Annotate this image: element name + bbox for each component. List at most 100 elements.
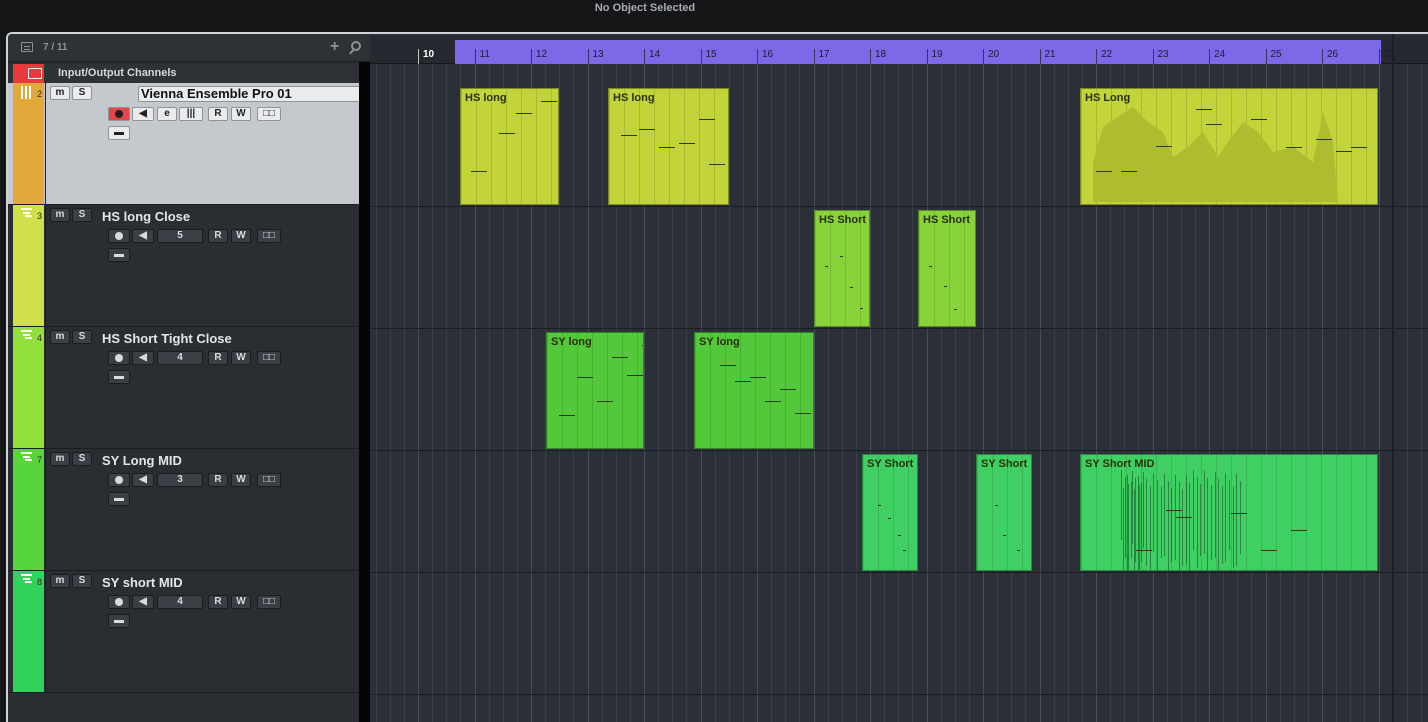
track-name[interactable]: SY short MID — [102, 575, 183, 590]
midi-part[interactable]: HS Long — [1080, 88, 1378, 205]
midi-part[interactable]: HS Short — [814, 210, 870, 327]
monitor-button[interactable]: ◀ — [132, 107, 154, 121]
track-name[interactable]: HS Short Tight Close — [102, 331, 232, 346]
monitor-button[interactable]: ◀ — [132, 473, 154, 487]
velocity-curve — [1093, 107, 1338, 202]
write-button[interactable]: W — [231, 229, 251, 243]
midi-part[interactable]: SY Short — [862, 454, 918, 571]
midi-channel-field[interactable]: 4 — [157, 351, 203, 365]
bar-number-label: 19 — [926, 49, 943, 64]
instrument-edit-icon[interactable]: ||| — [179, 107, 203, 121]
midi-channel-field[interactable]: 3 — [157, 473, 203, 487]
midi-part[interactable]: SY Short — [976, 454, 1032, 571]
inspector-icon[interactable]: ▬ — [108, 614, 130, 628]
read-button[interactable]: R — [208, 351, 228, 365]
read-button[interactable]: R — [208, 229, 228, 243]
midi-note — [1261, 550, 1277, 551]
beat-gridline — [841, 64, 843, 722]
part-name: HS long — [613, 92, 655, 104]
solo-button[interactable]: S — [72, 86, 92, 100]
midi-part[interactable]: SY long — [694, 332, 814, 449]
lane-icon[interactable]: □□ — [257, 595, 281, 609]
midi-part[interactable]: SY Short MID — [1080, 454, 1378, 571]
track-name[interactable]: SY Long MID — [102, 453, 182, 468]
write-button[interactable]: W — [231, 107, 251, 121]
part-name: SY Short — [867, 458, 914, 470]
mute-button[interactable]: m — [50, 86, 70, 100]
part-name: SY Short — [981, 458, 1028, 470]
record-enable-button[interactable] — [108, 595, 130, 609]
record-enable-button[interactable] — [108, 229, 130, 243]
write-button[interactable]: W — [231, 473, 251, 487]
solo-button[interactable]: S — [72, 330, 92, 344]
record-enable-button[interactable] — [108, 107, 130, 121]
note-on-mark — [1203, 471, 1205, 554]
event-display[interactable]: 10 11 12 13 14 15 16 17 18 19 20 21 22 23 24 25 26 27 HS … — [370, 34, 1428, 722]
io-channels-folder[interactable]: Input/Output Channels — [8, 64, 370, 83]
midi-note — [612, 357, 628, 358]
mute-button[interactable]: m — [50, 208, 70, 222]
track-list-divider[interactable] — [359, 62, 370, 722]
beat-gridline — [1053, 64, 1055, 722]
write-button[interactable]: W — [231, 595, 251, 609]
list-menu-icon[interactable] — [21, 42, 33, 52]
inspector-icon[interactable]: ▬ — [108, 126, 130, 140]
track-separator — [370, 450, 1428, 451]
midi-note — [541, 101, 557, 102]
edit-button[interactable]: e — [157, 107, 177, 121]
track-name[interactable]: HS long Close — [102, 209, 190, 224]
monitor-button[interactable]: ◀ — [132, 351, 154, 365]
bar-ruler[interactable]: 10 11 12 13 14 15 16 17 18 19 20 21 22 23 24 25 26 27 — [370, 36, 1428, 64]
record-enable-button[interactable] — [108, 473, 130, 487]
midi-note — [888, 518, 891, 519]
track-hs-long-close[interactable]: 3 m S HS long Close ◀ 5 R W □□ ▬ — [8, 205, 370, 327]
inspector-icon[interactable]: ▬ — [108, 370, 130, 384]
midi-part[interactable]: SY long — [546, 332, 644, 449]
lane-icon[interactable]: □□ — [257, 229, 281, 243]
inspector-icon[interactable]: ▬ — [108, 492, 130, 506]
solo-button[interactable]: S — [72, 208, 92, 222]
read-button[interactable]: R — [208, 473, 228, 487]
monitor-button[interactable]: ◀ — [132, 229, 154, 243]
midi-note — [795, 413, 811, 414]
beat-gridline — [827, 64, 829, 722]
track-hs-short-tight-close[interactable]: 4 m S HS Short Tight Close ◀ 4 R W □□ ▬ — [8, 327, 370, 449]
note-on-mark — [1121, 470, 1122, 540]
midi-channel-field[interactable]: 4 — [157, 595, 203, 609]
midi-note — [1166, 510, 1182, 511]
track-name-dropdown[interactable]: Vienna Ensemble Pro 01 — [138, 86, 388, 102]
read-button[interactable]: R — [208, 595, 228, 609]
solo-button[interactable]: S — [72, 452, 92, 466]
note-on-mark — [1131, 471, 1133, 544]
mute-button[interactable]: m — [50, 452, 70, 466]
track-vienna-ensemble-pro[interactable]: 2 m S Vienna Ensemble Pro 01 ◀ e ||| R W… — [8, 83, 388, 205]
write-button[interactable]: W — [231, 351, 251, 365]
midi-part[interactable]: HS long — [608, 88, 729, 205]
midi-channel-field[interactable]: 5 — [157, 229, 203, 243]
midi-note — [765, 401, 781, 402]
mute-button[interactable]: m — [50, 330, 70, 344]
midi-note — [1231, 513, 1247, 514]
lane-icon[interactable]: □□ — [257, 351, 281, 365]
monitor-button[interactable]: ◀ — [132, 595, 154, 609]
record-enable-button[interactable] — [108, 351, 130, 365]
note-on-mark — [1214, 472, 1216, 558]
note-on-mark — [1134, 489, 1136, 570]
midi-part[interactable]: HS long — [460, 88, 559, 205]
midi-part[interactable]: HS Short — [918, 210, 976, 327]
track-color-strip: 8 — [13, 571, 44, 692]
lane-icon[interactable]: □□ — [257, 107, 281, 121]
inspector-icon[interactable]: ▬ — [108, 248, 130, 262]
midi-note — [659, 147, 675, 148]
solo-button[interactable]: S — [72, 574, 92, 588]
search-icon[interactable] — [351, 41, 361, 51]
read-button[interactable]: R — [208, 107, 228, 121]
mute-button[interactable]: m — [50, 574, 70, 588]
lane-icon[interactable]: □□ — [257, 473, 281, 487]
midi-note — [903, 550, 906, 551]
note-on-mark — [1196, 477, 1198, 568]
add-track-icon[interactable]: + — [330, 38, 339, 56]
midi-note — [1206, 124, 1222, 125]
track-sy-long-mid[interactable]: 7 m S SY Long MID ◀ 3 R W □□ ▬ — [8, 449, 370, 571]
track-sy-short-mid[interactable]: 8 m S SY short MID ◀ 4 R W □□ ▬ — [8, 571, 370, 693]
